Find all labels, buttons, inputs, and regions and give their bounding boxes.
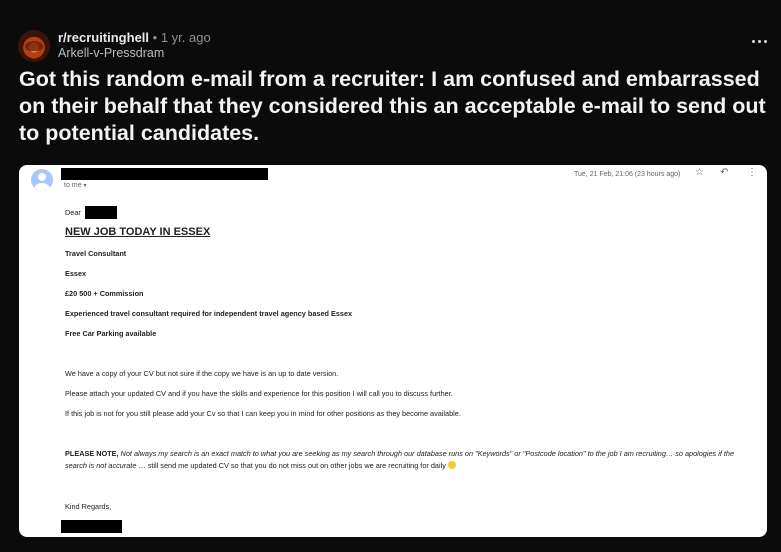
job-title: Travel Consultant bbox=[65, 249, 127, 258]
job-description: Experienced travel consultant required f… bbox=[65, 309, 353, 318]
paragraph-attach-cv: Please attach your updated CV and if you… bbox=[65, 389, 453, 398]
note-label: PLEASE NOTE, bbox=[65, 449, 119, 458]
paragraph-cv-copy: We have a copy of your CV but not sure i… bbox=[65, 369, 339, 378]
paragraph-not-for-you: If this job is not for you still please … bbox=[65, 409, 461, 418]
email-heading: NEW JOB TODAY IN ESSEX bbox=[65, 226, 211, 238]
reply-icon: ↶ bbox=[720, 167, 729, 178]
chevron-down-icon: ▾ bbox=[83, 183, 87, 189]
more-vert-icon: ⋮ bbox=[747, 167, 757, 178]
recipient-label: to me ▾ bbox=[64, 182, 86, 189]
post-meta: r/recruitinghell • 1 yr. ago bbox=[58, 30, 211, 46]
redacted-signature bbox=[61, 520, 122, 533]
to-me-text: to me bbox=[64, 182, 82, 189]
post-title[interactable]: Got this random e-mail from a recruiter:… bbox=[19, 66, 769, 147]
job-salary: £20 500 + Commission bbox=[65, 289, 144, 298]
email-timestamp: Tue, 21 Feb, 21:06 (23 hours ago) bbox=[574, 171, 681, 178]
sender-avatar bbox=[31, 169, 53, 191]
note-text: … still send me updated CV so that you d… bbox=[136, 461, 448, 470]
more-options-icon[interactable] bbox=[751, 38, 767, 44]
job-location: Essex bbox=[65, 269, 87, 278]
subreddit-avatar[interactable] bbox=[18, 30, 50, 62]
redacted-sender bbox=[61, 168, 268, 180]
redacted-name bbox=[85, 206, 117, 219]
sign-off: Kind Regards, bbox=[65, 502, 112, 511]
subreddit-link[interactable]: r/recruitinghell bbox=[58, 30, 149, 45]
please-note-paragraph: PLEASE NOTE, Not always my search is an … bbox=[65, 448, 751, 472]
greeting: Dear bbox=[65, 208, 81, 217]
meta-separator: • bbox=[152, 30, 158, 45]
job-perk: Free Car Parking available bbox=[65, 329, 157, 338]
username-link[interactable]: Arkell-v-Pressdram bbox=[58, 46, 164, 60]
star-icon: ☆ bbox=[695, 167, 704, 178]
email-screenshot[interactable]: to me ▾ Tue, 21 Feb, 21:06 (23 hours ago… bbox=[19, 165, 767, 537]
smile-emoji-icon bbox=[447, 461, 456, 469]
post-age: 1 yr. ago bbox=[160, 30, 211, 45]
